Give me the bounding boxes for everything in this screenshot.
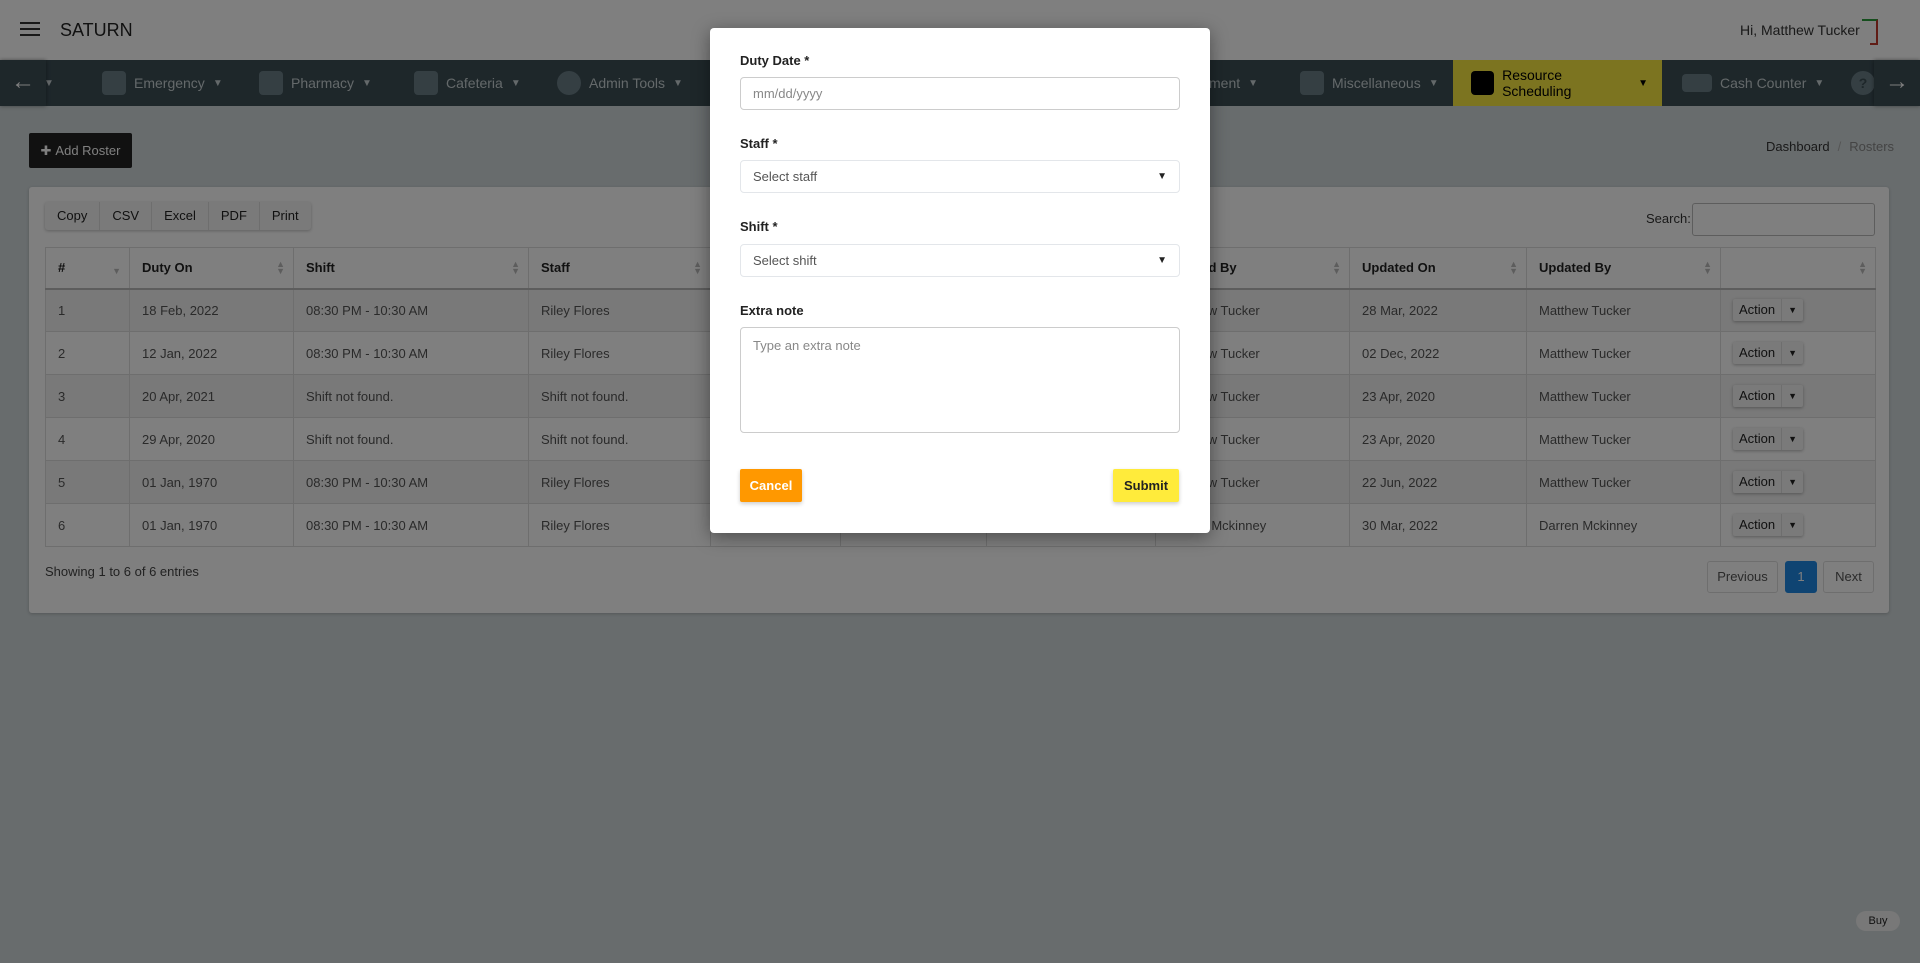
add-roster-modal: Duty Date * mm/dd/yyyy Staff * Select st… [710,28,1210,533]
duty-date-label: Duty Date * [740,53,810,68]
staff-label: Staff * [740,136,778,151]
caret-down-icon: ▼ [1157,255,1167,266]
duty-date-placeholder: mm/dd/yyyy [753,86,823,101]
staff-select-value: Select staff [753,169,818,184]
duty-date-input[interactable]: mm/dd/yyyy [740,77,1180,110]
extra-note-placeholder: Type an extra note [753,338,861,353]
submit-button[interactable]: Submit [1113,469,1179,502]
extra-note-textarea[interactable]: Type an extra note [740,327,1180,433]
cancel-button[interactable]: Cancel [740,469,802,502]
shift-label: Shift * [740,219,778,234]
extra-note-label: Extra note [740,303,804,318]
shift-select[interactable]: Select shift ▼ [740,244,1180,277]
caret-down-icon: ▼ [1157,171,1167,182]
staff-select[interactable]: Select staff ▼ [740,160,1180,193]
shift-select-value: Select shift [753,253,817,268]
